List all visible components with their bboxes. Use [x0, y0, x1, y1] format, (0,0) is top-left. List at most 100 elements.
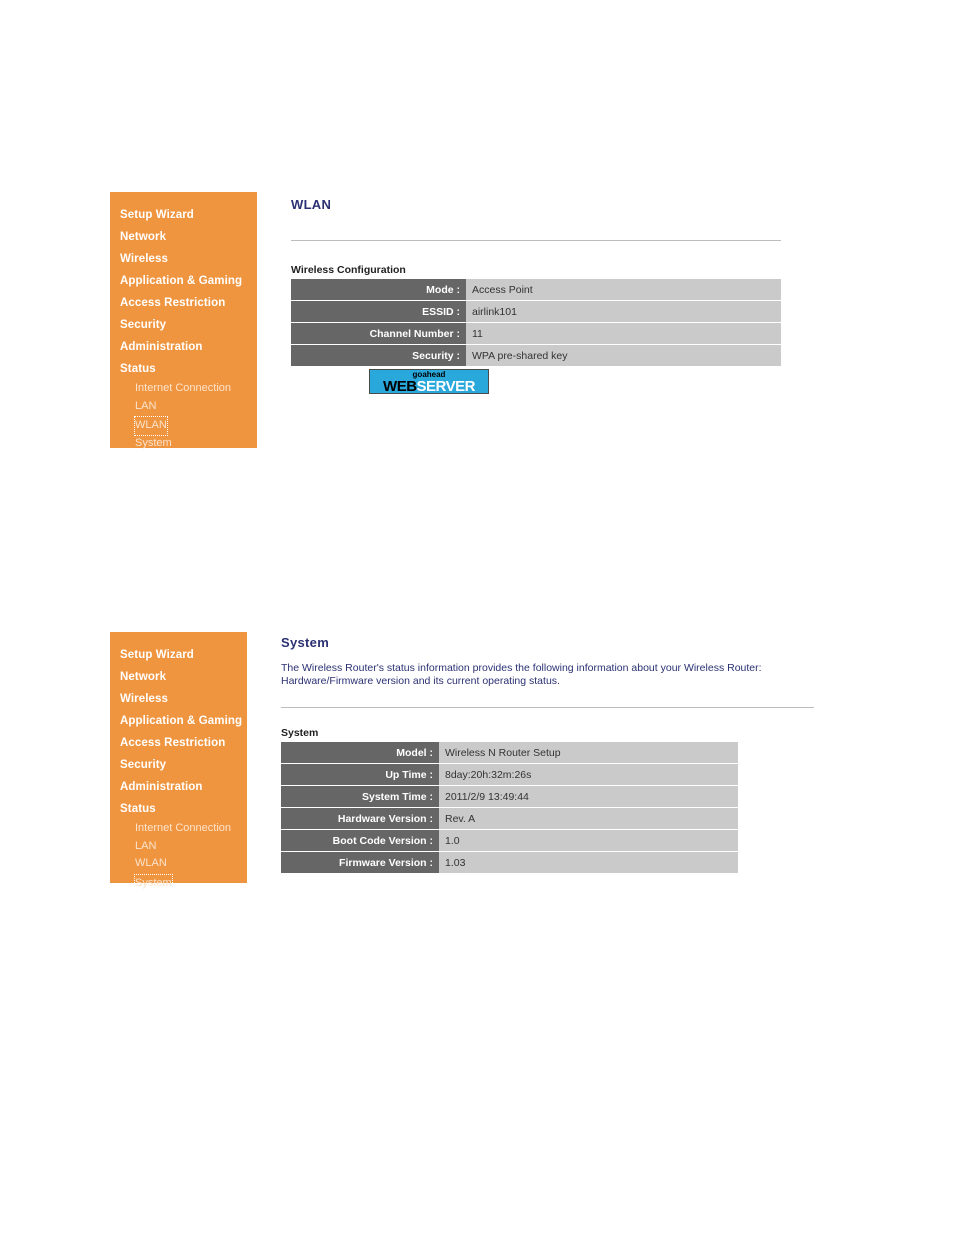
- sidebar-item-label: Setup Wizard: [120, 649, 194, 661]
- sidebar-item-access-restriction[interactable]: Access Restriction: [110, 292, 257, 314]
- page-title-wlan: WLAN: [291, 197, 332, 212]
- sidebar-item-internet-connection[interactable]: Internet Connection: [110, 380, 257, 398]
- row-value: 1.03: [439, 852, 738, 873]
- sidebar-item-label: Access Restriction: [120, 737, 226, 749]
- table-row: Security : WPA pre-shared key: [291, 345, 781, 366]
- row-value: airlink101: [466, 301, 781, 322]
- sidebar-item-label: Application & Gaming: [120, 715, 243, 727]
- logo-bottom-text: WEBSERVER: [370, 378, 488, 394]
- sidebar-item-wireless[interactable]: Wireless: [110, 688, 247, 710]
- sidebar-subitem-label: LAN: [135, 399, 157, 412]
- table-row: Firmware Version : 1.03: [281, 852, 738, 873]
- sidebar-item-wlan-selected[interactable]: WLAN: [134, 416, 168, 436]
- sidebar-item-label: Network: [120, 671, 167, 683]
- sidebar-item-label: Administration: [120, 781, 203, 793]
- sidebar-item-lan[interactable]: LAN: [110, 398, 257, 416]
- sidebar-item-wireless[interactable]: Wireless: [110, 248, 257, 270]
- sidebar-item-network[interactable]: Network: [110, 666, 247, 688]
- sidebar-subitem-row: LAN: [110, 838, 247, 856]
- row-key: Security :: [291, 345, 466, 366]
- row-key: Hardware Version :: [281, 808, 439, 829]
- sidebar-item-label: Wireless: [120, 253, 169, 265]
- sidebar-item-access-restriction[interactable]: Access Restriction: [110, 732, 247, 754]
- system-description: The Wireless Router's status information…: [281, 662, 762, 687]
- table-row: Mode : Access Point: [291, 279, 781, 300]
- sidebar-item-security[interactable]: Security: [110, 314, 257, 336]
- content-divider: [281, 707, 814, 708]
- sidebar-subitem-row: System: [110, 435, 257, 453]
- section-label-wireless-configuration: Wireless Configuration: [291, 264, 406, 276]
- sidebar-item-setup-wizard[interactable]: Setup Wizard: [110, 644, 247, 666]
- sidebar-subitem-row: WLAN: [110, 855, 247, 873]
- row-value: Rev. A: [439, 808, 738, 829]
- sidebar-subitem-label: WLAN: [135, 857, 167, 869]
- sidebar-item-system[interactable]: System: [110, 435, 257, 453]
- sidebar-subitem-row: System: [110, 873, 247, 893]
- sidebar-item-label: Status: [120, 363, 156, 375]
- sidebar-item-label: Application & Gaming: [120, 275, 243, 287]
- sidebar-item-lan[interactable]: LAN: [110, 838, 247, 856]
- sidebar-item-security[interactable]: Security: [110, 754, 247, 776]
- sidebar-subitem-row: Internet Connection: [110, 820, 247, 838]
- table-row: ESSID : airlink101: [291, 301, 781, 322]
- page-title-system: System: [281, 635, 330, 650]
- row-key: Channel Number :: [291, 323, 466, 344]
- row-key: System Time :: [281, 786, 439, 807]
- sidebar-item-setup-wizard[interactable]: Setup Wizard: [110, 204, 257, 226]
- goahead-webserver-logo: goahead WEBSERVER: [369, 369, 489, 394]
- logo-web-text: WEB: [383, 378, 417, 394]
- logo-server-text: SERVER: [416, 378, 476, 394]
- sidebar-item-label: Wireless: [120, 693, 169, 705]
- section-label-system: System: [281, 727, 319, 739]
- sidebar-item-label: Security: [120, 319, 167, 331]
- sidebar-item-label: Administration: [120, 341, 203, 353]
- sidebar-item-label: Security: [120, 759, 167, 771]
- table-row: Hardware Version : Rev. A: [281, 808, 738, 829]
- sidebar-item-internet-connection[interactable]: Internet Connection: [110, 820, 247, 838]
- content-divider: [291, 240, 781, 241]
- row-key: Firmware Version :: [281, 852, 439, 873]
- sidebar-item-network[interactable]: Network: [110, 226, 257, 248]
- sidebar-item-label: Status: [120, 803, 156, 815]
- row-value: 11: [466, 323, 781, 344]
- table-row: Channel Number : 11: [291, 323, 781, 344]
- wireless-configuration-table: Mode : Access Point ESSID : airlink101 C…: [291, 278, 781, 367]
- sidebar-subitem-label: System: [135, 876, 172, 889]
- sidebar-subitem-label: Internet Connection: [135, 382, 232, 394]
- table-row: Model : Wireless N Router Setup: [281, 742, 738, 763]
- sidebar-item-status[interactable]: Status: [110, 358, 257, 380]
- sidebar-item-label: Access Restriction: [120, 297, 226, 309]
- row-value: 8day:20h:32m:26s: [439, 764, 738, 785]
- sidebar-item-administration[interactable]: Administration: [110, 776, 247, 798]
- row-value: Wireless N Router Setup: [439, 742, 738, 763]
- table-row: Boot Code Version : 1.0: [281, 830, 738, 851]
- sidebar-subitem-label: System: [135, 436, 172, 449]
- system-status-table: Model : Wireless N Router Setup Up Time …: [281, 741, 738, 874]
- row-key: Mode :: [291, 279, 466, 300]
- sidebar-navigation-system: Setup Wizard Network Wireless Applicatio…: [110, 632, 247, 893]
- row-value: Access Point: [466, 279, 781, 300]
- sidebar-item-status[interactable]: Status: [110, 798, 247, 820]
- sidebar-navigation-wlan: Setup Wizard Network Wireless Applicatio…: [110, 192, 257, 449]
- sidebar-item-administration[interactable]: Administration: [110, 336, 257, 358]
- row-key: Model :: [281, 742, 439, 763]
- sidebar-subitem-label: Internet Connection: [135, 822, 232, 834]
- row-key: Boot Code Version :: [281, 830, 439, 851]
- sidebar-item-label: Network: [120, 231, 167, 243]
- sidebar-item-application-gaming[interactable]: Application & Gaming: [110, 270, 257, 292]
- sidebar-item-application-gaming[interactable]: Application & Gaming: [110, 710, 247, 732]
- sidebar-item-system-selected[interactable]: System: [134, 873, 173, 893]
- table-row: Up Time : 8day:20h:32m:26s: [281, 764, 738, 785]
- wlan-content-area: WLAN Wireless Configuration Mode : Acces…: [291, 197, 781, 367]
- row-key: Up Time :: [281, 764, 439, 785]
- system-content-area: System The Wireless Router's status info…: [281, 635, 814, 874]
- sidebar-subitem-row: LAN: [110, 398, 257, 416]
- sidebar-subitem-label: WLAN: [135, 419, 167, 431]
- row-key: ESSID :: [291, 301, 466, 322]
- sidebar-subitem-row: Internet Connection: [110, 380, 257, 398]
- sidebar-item-wlan[interactable]: WLAN: [110, 855, 247, 873]
- sidebar-item-label: Setup Wizard: [120, 209, 194, 221]
- sidebar-subitem-label: LAN: [135, 839, 157, 852]
- sidebar-subitem-row: WLAN: [110, 415, 257, 436]
- row-value: 2011/2/9 13:49:44: [439, 786, 738, 807]
